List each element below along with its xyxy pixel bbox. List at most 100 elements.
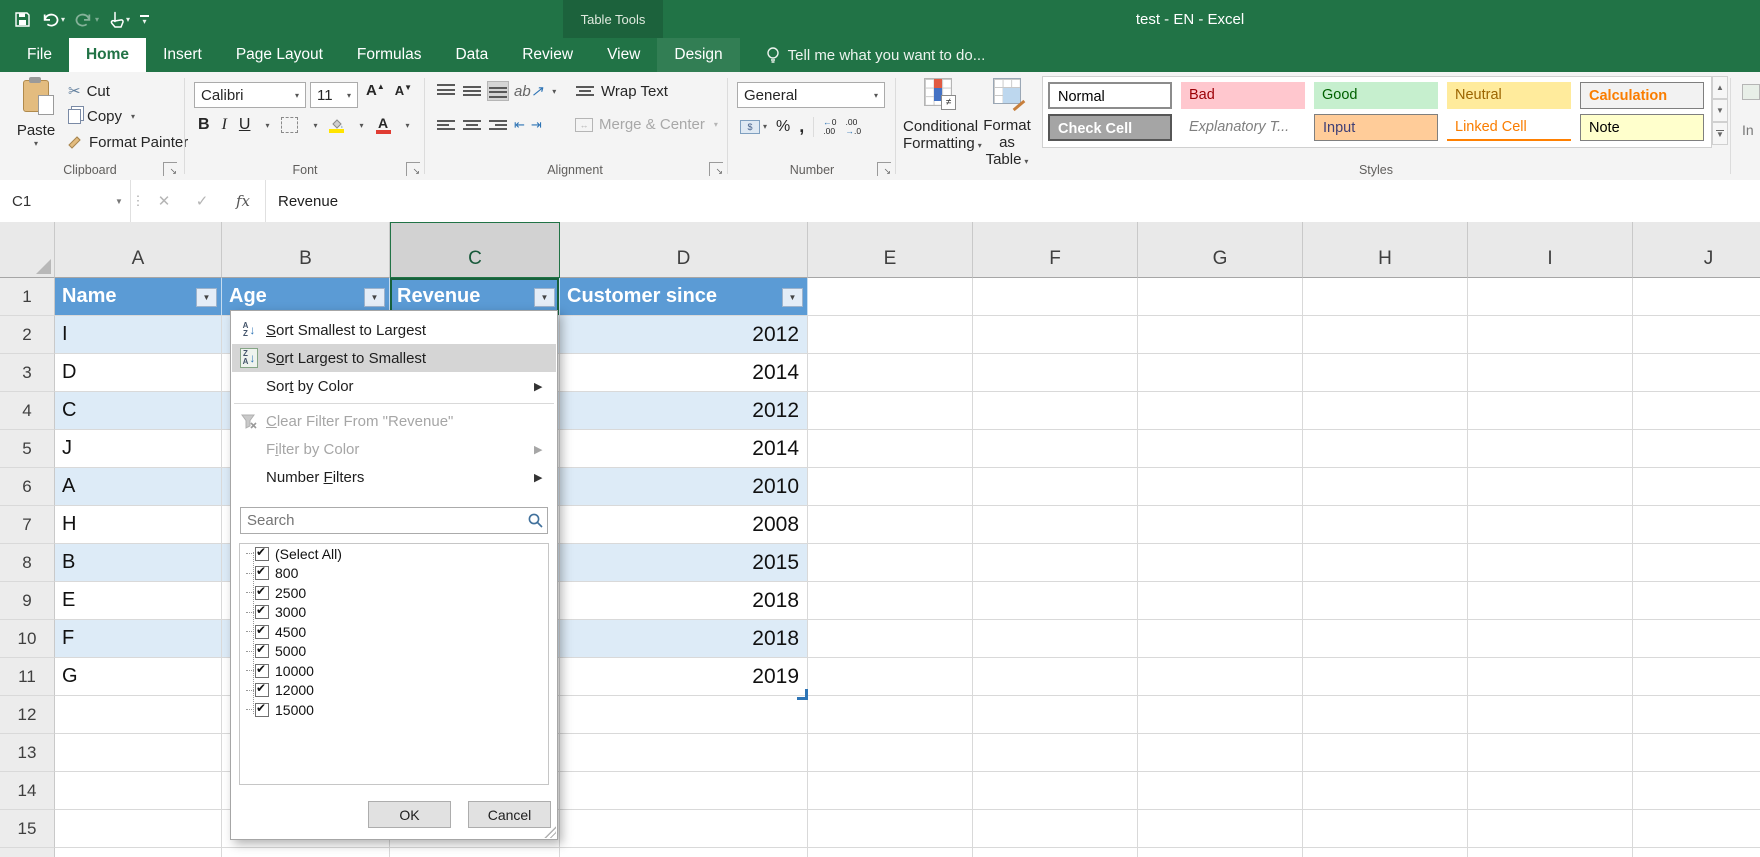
cell-style-normal[interactable]: Normal [1048, 82, 1172, 109]
cell-D2[interactable]: 2012 [560, 316, 808, 354]
cell-C16[interactable] [390, 848, 560, 857]
cell-A3[interactable]: D [55, 354, 222, 392]
cell-H10[interactable] [1303, 620, 1468, 658]
cell-F10[interactable] [973, 620, 1138, 658]
cell-G10[interactable] [1138, 620, 1303, 658]
percent-style-button[interactable]: % [776, 118, 790, 136]
touch-mode-dropdown-icon[interactable]: ▾ [126, 15, 130, 24]
cell-D11[interactable]: 2019 [560, 658, 808, 696]
cell-G9[interactable] [1138, 582, 1303, 620]
filter-value-select-all[interactable]: (Select All) [240, 544, 548, 564]
gallery-scroll-up-button[interactable]: ▲ [1712, 76, 1728, 99]
cell-style-note[interactable]: Note [1580, 114, 1704, 141]
cell-D14[interactable] [560, 772, 808, 810]
column-header-C[interactable]: C [390, 222, 560, 278]
cell-D6[interactable]: 2010 [560, 468, 808, 506]
conditional-formatting-button[interactable]: ≠ Conditional Formatting ▾ [903, 78, 982, 154]
decrease-indent-button[interactable]: ⇤ [514, 117, 525, 133]
cell-E12[interactable] [808, 696, 973, 734]
name-box-dropdown-icon[interactable]: ▼ [108, 180, 131, 222]
tab-formulas[interactable]: Formulas [340, 38, 439, 72]
column-header-B[interactable]: B [222, 222, 390, 278]
increase-indent-button[interactable]: ⇥ [531, 117, 542, 133]
cell-A7[interactable]: H [55, 506, 222, 544]
tab-review[interactable]: Review [505, 38, 590, 72]
cancel-button[interactable]: Cancel [468, 801, 551, 828]
font-size-select[interactable]: 11 ▾ [310, 82, 358, 108]
cell-D5[interactable]: 2014 [560, 430, 808, 468]
cell-F13[interactable] [973, 734, 1138, 772]
checkbox-800[interactable] [255, 564, 269, 581]
cell-B16[interactable] [222, 848, 390, 857]
row-header-7[interactable]: 7 [0, 506, 55, 544]
row-header-5[interactable]: 5 [0, 430, 55, 468]
alignment-dialog-launcher[interactable]: ↘ [709, 162, 723, 176]
table-resize-handle[interactable] [797, 689, 808, 700]
cell-E1[interactable] [808, 278, 973, 316]
menu-item-sort-largest-to-smallest[interactable]: Z A ↓ Sort Largest to Smallest [232, 344, 556, 372]
tab-file[interactable]: File [10, 38, 69, 72]
merge-center-button[interactable]: ↔ Merge & Center ▾ [575, 116, 718, 133]
table-header-name[interactable]: Name ▼ [55, 278, 222, 316]
wrap-text-button[interactable]: Wrap Text [575, 82, 668, 100]
row-header-4[interactable]: 4 [0, 392, 55, 430]
row-header-10[interactable]: 10 [0, 620, 55, 658]
checkbox-5000[interactable] [255, 642, 269, 659]
cell-A11[interactable]: G [55, 658, 222, 696]
redo-button[interactable]: ▾ [75, 11, 99, 27]
checkbox-3000[interactable] [255, 603, 269, 620]
borders-dropdown-icon[interactable]: ▾ [313, 121, 317, 130]
cell-G13[interactable] [1138, 734, 1303, 772]
formula-input[interactable]: Revenue [266, 193, 338, 210]
redo-dropdown-icon[interactable]: ▾ [95, 15, 99, 24]
cell-I13[interactable] [1468, 734, 1633, 772]
cell-H15[interactable] [1303, 810, 1468, 848]
column-header-G[interactable]: G [1138, 222, 1303, 278]
borders-icon[interactable] [281, 117, 299, 133]
cell-J8[interactable] [1633, 544, 1760, 582]
font-name-select[interactable]: Calibri ▾ [194, 82, 306, 108]
cell-I12[interactable] [1468, 696, 1633, 734]
filter-button-revenue[interactable]: ▼ [534, 288, 555, 307]
align-left-button[interactable] [436, 116, 456, 134]
underline-button[interactable]: U [239, 116, 251, 134]
cell-H5[interactable] [1303, 430, 1468, 468]
save-icon[interactable] [14, 11, 31, 28]
cell-A12[interactable] [55, 696, 222, 734]
cell-G2[interactable] [1138, 316, 1303, 354]
filter-value-15000[interactable]: 15000 [240, 700, 548, 720]
cell-G11[interactable] [1138, 658, 1303, 696]
cell-I6[interactable] [1468, 468, 1633, 506]
cell-E2[interactable] [808, 316, 973, 354]
column-header-I[interactable]: I [1468, 222, 1633, 278]
cell-J11[interactable] [1633, 658, 1760, 696]
italic-button[interactable]: I [222, 116, 227, 134]
cell-I1[interactable] [1468, 278, 1633, 316]
cell-I9[interactable] [1468, 582, 1633, 620]
cell-I16[interactable] [1468, 848, 1633, 857]
filter-button-customer-since[interactable]: ▼ [782, 288, 803, 307]
menu-item-sort-smallest-to-largest[interactable]: A Z ↓ Sort Smallest to Largest [232, 316, 556, 344]
cell-D13[interactable] [560, 734, 808, 772]
format-painter-button[interactable]: Format Painter [68, 134, 188, 151]
filter-search-box[interactable] [240, 507, 548, 534]
cell-H14[interactable] [1303, 772, 1468, 810]
checkbox-12000[interactable] [255, 681, 269, 698]
undo-dropdown-icon[interactable]: ▾ [61, 15, 65, 24]
cut-button[interactable]: ✂ Cut [68, 82, 110, 101]
middle-align-button[interactable] [462, 82, 482, 100]
filter-value-10000[interactable]: 10000 [240, 661, 548, 681]
cell-I2[interactable] [1468, 316, 1633, 354]
cell-style-explanatory-t[interactable]: Explanatory T... [1181, 114, 1305, 141]
increase-decimal-button[interactable]: ←0.00 [823, 117, 836, 136]
filter-value-5000[interactable]: 5000 [240, 642, 548, 662]
checkbox-15000[interactable] [255, 701, 269, 717]
row-header-8[interactable]: 8 [0, 544, 55, 582]
cell-H1[interactable] [1303, 278, 1468, 316]
accounting-format-button[interactable]: $ ▾ [740, 119, 767, 134]
checkbox-10000[interactable] [255, 662, 269, 678]
row-header-13[interactable]: 13 [0, 734, 55, 772]
ok-button[interactable]: OK [368, 801, 451, 828]
tab-data[interactable]: Data [438, 38, 505, 72]
cell-A13[interactable] [55, 734, 222, 772]
